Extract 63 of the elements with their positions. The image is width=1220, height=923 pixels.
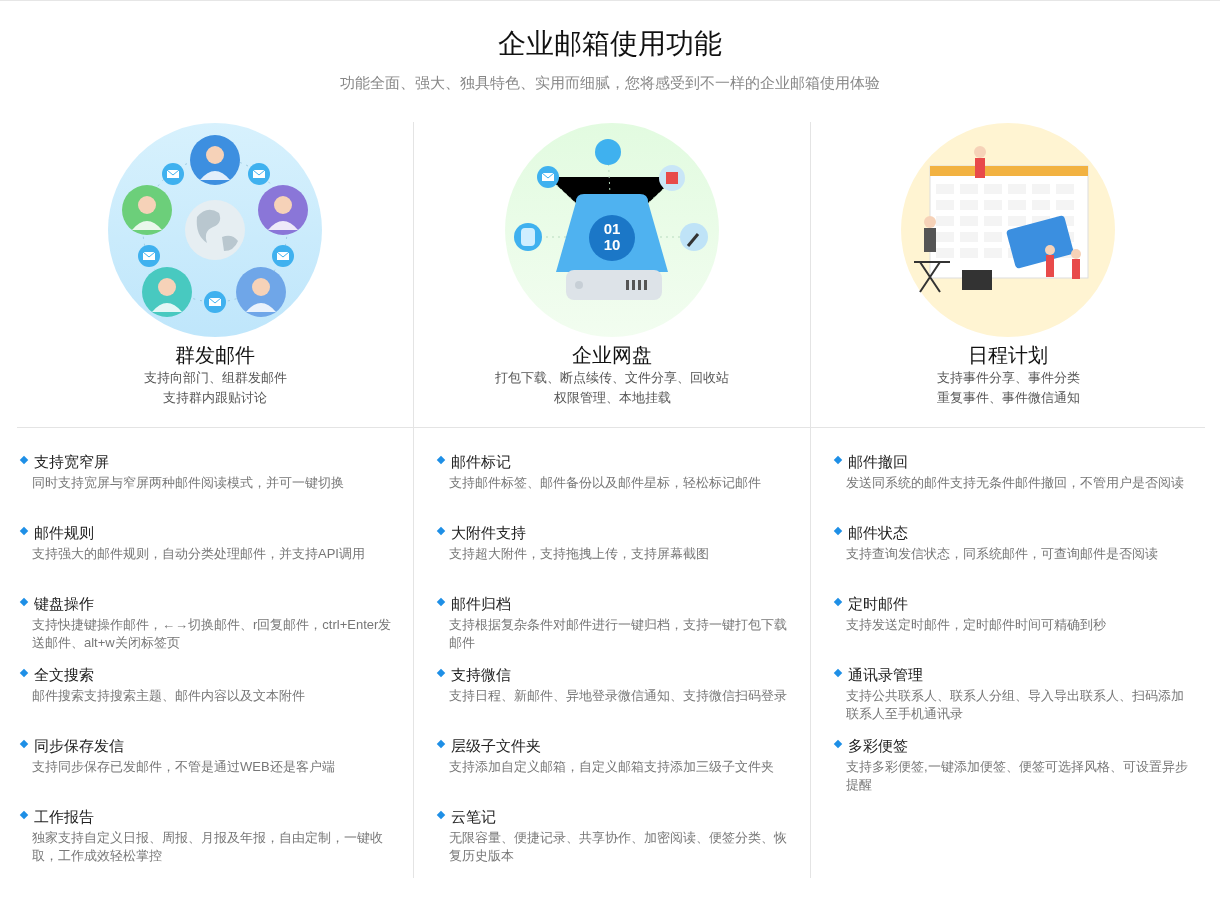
- diamond-bullet-icon: [19, 455, 29, 464]
- feature-title: 支持宽窄屏: [34, 452, 109, 472]
- diamond-bullet-icon: [436, 668, 446, 677]
- feature-description: 支持发送定时邮件，定时邮件时间可精确到秒: [846, 616, 1107, 634]
- feature-summary: 权限管理、本地挂载: [552, 389, 672, 407]
- feature-title: 邮件标记: [451, 452, 511, 472]
- diamond-bullet-icon: [833, 455, 843, 464]
- diamond-bullet-icon: [436, 810, 446, 819]
- feature-heading: 企业网盘: [572, 343, 652, 368]
- feature-description: 无限容量、便捷记录、共享协作、加密阅读、便签分类、恢复历史版本: [449, 829, 788, 865]
- diamond-bullet-icon: [833, 739, 843, 748]
- diamond-bullet-icon: [833, 526, 843, 535]
- feature-summary: 支持群内跟贴讨论: [162, 389, 268, 407]
- feature-title: 多彩便签: [848, 736, 908, 756]
- feature-description: 独家支持自定义日报、周报、月报及年报，自由定制，一键收取，工作成效轻松掌控: [32, 829, 384, 865]
- feature-title: 邮件撤回: [848, 452, 908, 472]
- feature-description: 发送同系统的邮件支持无条件邮件撤回，不管用户是否阅读: [846, 474, 1185, 492]
- diamond-bullet-icon: [833, 597, 843, 606]
- diamond-bullet-icon: [19, 597, 29, 606]
- feature-description: 支持公共联系人、联系人分组、导入导出联系人、扫码添加联系人至手机通讯录: [846, 687, 1185, 723]
- feature-description: 支持同步保存已发邮件，不管是通过WEB还是客户端: [32, 758, 336, 776]
- feature-title: 支持微信: [451, 665, 511, 685]
- diamond-bullet-icon: [19, 526, 29, 535]
- feature-description: 支持快捷键操作邮件，←→切换邮件、r回复邮件，ctrl+Enter发送邮件、alt+w关闭标签页: [32, 616, 393, 652]
- feature-title: 键盘操作: [34, 594, 94, 614]
- feature-description: 支持添加自定义邮箱，自定义邮箱支持添加三级子文件夹: [449, 758, 775, 776]
- feature-heading: 群发邮件: [175, 343, 255, 368]
- feature-summary: 支持事件分享、事件分类: [936, 369, 1080, 387]
- diamond-bullet-icon: [436, 597, 446, 606]
- feature-summary: 支持向部门、组群发邮件: [143, 369, 287, 387]
- feature-title: 同步保存发信: [34, 736, 124, 756]
- diamond-bullet-icon: [833, 668, 843, 677]
- feature-summary: 打包下载、断点续传、文件分享、回收站: [495, 369, 729, 387]
- feature-title: 层级子文件夹: [451, 736, 541, 756]
- diamond-bullet-icon: [436, 526, 446, 535]
- feature-description: 支持超大附件，支持拖拽上传，支持屏幕截图: [449, 545, 710, 563]
- feature-description: 支持日程、新邮件、异地登录微信通知、支持微信扫码登录: [449, 687, 788, 705]
- feature-description: 同时支持宽屏与窄屏两种邮件阅读模式，并可一键切换: [32, 474, 345, 492]
- feature-title: 定时邮件: [848, 594, 908, 614]
- feature-title: 云笔记: [451, 807, 496, 827]
- feature-title: 通讯录管理: [848, 665, 923, 685]
- page-subtitle: 功能全面、强大、独具特色、实用而细腻，您将感受到不一样的企业邮箱使用体验: [339, 73, 881, 93]
- feature-description: 支持根据复杂条件对邮件进行一键归档，支持一键打包下载邮件: [449, 616, 788, 652]
- diamond-bullet-icon: [19, 810, 29, 819]
- diamond-bullet-icon: [19, 668, 29, 677]
- feature-title: 邮件状态: [848, 523, 908, 543]
- diamond-bullet-icon: [436, 739, 446, 748]
- feature-title: 邮件归档: [451, 594, 511, 614]
- feature-description: 邮件搜索支持搜索主题、邮件内容以及文本附件: [32, 687, 306, 705]
- feature-title: 全文搜索: [34, 665, 94, 685]
- drive-drawing: 01 10: [504, 122, 720, 338]
- feature-title: 邮件规则: [34, 523, 94, 543]
- feature-summary: 重复事件、事件微信通知: [936, 389, 1080, 407]
- feature-description: 支持查询发信状态，同系统邮件，可查询邮件是否阅读: [846, 545, 1159, 563]
- feature-description: 支持多彩便签,一键添加便签、便签可选择风格、可设置异步提醒: [846, 758, 1189, 794]
- feature-heading: 日程计划: [968, 343, 1048, 368]
- feature-title: 工作报告: [34, 807, 94, 827]
- diamond-bullet-icon: [19, 739, 29, 748]
- feature-description: 支持强大的邮件规则，自动分类处理邮件，并支持API调用: [32, 545, 366, 563]
- feature-description: 支持邮件标签、邮件备份以及邮件星标，轻松标记邮件: [449, 474, 762, 492]
- page-title: 企业邮箱使用功能: [497, 27, 723, 61]
- feature-title: 大附件支持: [451, 523, 526, 543]
- diamond-bullet-icon: [436, 455, 446, 464]
